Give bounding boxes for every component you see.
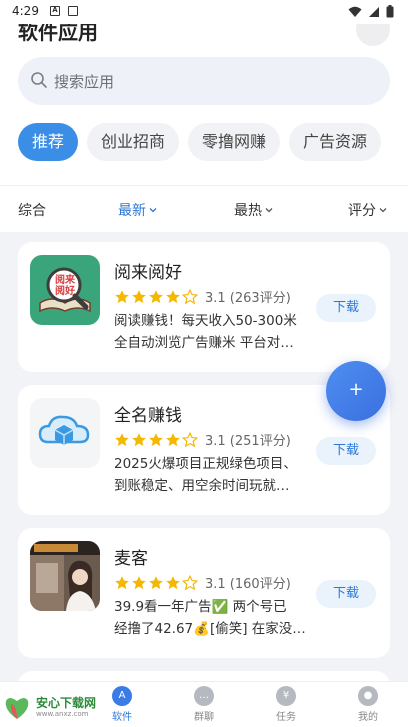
star-filled-icon [149, 289, 163, 303]
star-filled-icon [166, 289, 180, 303]
notification-box-icon [68, 6, 78, 16]
star-filled-icon [132, 289, 146, 303]
signal-icon [369, 6, 379, 17]
desc-line: 全自动浏览广告赚米 平台对… [114, 335, 294, 351]
rating-text: 3.1 (263评分) [205, 291, 291, 306]
nav-tasks[interactable]: ¥ 任务 [261, 686, 311, 723]
app-rating: 3.1 (160评分) [114, 573, 291, 592]
app-name: 全名赚钱 [114, 406, 182, 426]
filter-comprehensive[interactable]: 综合 [18, 200, 46, 220]
app-rating: 3.1 (263评分) [114, 287, 291, 306]
nav-label: 我的 [358, 712, 378, 723]
star-filled-icon [166, 432, 180, 446]
desc-line: 2025火爆项目正规绿色项目、 [114, 456, 297, 472]
star-rating [114, 288, 198, 305]
nav-label: 群聊 [194, 712, 214, 723]
star-filled-icon [132, 575, 146, 589]
app-description: 阅读赚钱！每天收入50-300米 全自动浏览广告赚米 平台对… [114, 310, 314, 354]
battery-icon [386, 5, 394, 18]
nav-group-chat[interactable]: … 群聊 [179, 686, 229, 723]
desc-line: 经撸了42.67💰[偷笑] 在家没… [114, 621, 306, 637]
yuan-icon: ¥ [276, 686, 296, 706]
watermark-brand: 安心下载网 [36, 696, 97, 710]
chip-business[interactable]: 创业招商 [87, 123, 180, 161]
star-rating [114, 431, 198, 448]
add-button[interactable]: + [326, 361, 386, 421]
filter-hottest[interactable]: 最热 [234, 200, 274, 220]
search-bar[interactable]: 搜索应用 [18, 57, 390, 105]
status-bar: 4:29 A [0, 0, 408, 24]
filter-newest[interactable]: 最新 [118, 200, 158, 220]
app-store-icon: A [112, 686, 132, 706]
star-filled-icon [115, 575, 129, 589]
filter-bar: 综合 最新 最热 评分 [0, 185, 408, 229]
chip-recommend[interactable]: 推荐 [18, 123, 79, 161]
category-chips: 推荐 创业招商 零撸网赚 广告资源 [18, 123, 382, 161]
filter-label: 最热 [234, 203, 262, 219]
app-list: 阅来阅好 阅来阅好 3.1 (263评分) 阅读赚钱！每天收入50-300米 全… [18, 242, 390, 724]
filter-label: 最新 [118, 203, 146, 219]
app-name: 麦客 [114, 549, 148, 569]
star-filled-icon [115, 289, 129, 303]
chevron-down-icon [149, 208, 157, 213]
desc-line: 阅读赚钱！每天收入50-300米 [114, 313, 297, 329]
star-empty-icon [182, 574, 198, 590]
download-button[interactable]: 下载 [316, 580, 376, 608]
user-icon: ● [358, 686, 378, 706]
filter-label: 综合 [18, 203, 46, 219]
chip-zero-earn[interactable]: 零撸网赚 [188, 123, 281, 161]
watermark-url: www.anxz.com [36, 710, 89, 718]
chip-ad-resources[interactable]: 广告资源 [289, 123, 382, 161]
star-filled-icon [132, 432, 146, 446]
filter-label: 评分 [348, 203, 376, 219]
chat-icon: … [194, 686, 214, 706]
star-filled-icon [115, 432, 129, 446]
desc-line: 39.9看一年广告✅ 两个号已 [114, 599, 287, 615]
app-card[interactable]: 麦客 3.1 (160评分) 39.9看一年广告✅ 两个号已 经撸了42.67💰… [18, 528, 390, 658]
download-button[interactable]: 下载 [316, 437, 376, 465]
nav-mine[interactable]: ● 我的 [343, 686, 393, 723]
app-description: 2025火爆项目正规绿色项目、 到账稳定、用空余时间玩就… [114, 453, 314, 497]
rating-text: 3.1 (251评分) [205, 434, 291, 449]
app-card[interactable]: 阅来阅好 阅来阅好 3.1 (263评分) 阅读赚钱！每天收入50-300米 全… [18, 242, 390, 372]
filter-rating[interactable]: 评分 [348, 200, 388, 220]
star-filled-icon [149, 575, 163, 589]
chevron-down-icon [265, 208, 273, 213]
star-filled-icon [166, 575, 180, 589]
star-rating [114, 574, 198, 591]
app-rating: 3.1 (251评分) [114, 430, 291, 449]
search-placeholder: 搜索应用 [54, 73, 115, 91]
app-icon-cloud-cube [30, 398, 100, 468]
chevron-down-icon [379, 208, 387, 213]
desc-line: 到账稳定、用空余时间玩就… [114, 478, 290, 494]
star-empty-icon [182, 431, 198, 447]
nav-software[interactable]: A 软件 [97, 686, 147, 723]
watermark: 安心下载网 www.anxz.com [2, 690, 102, 724]
status-time: 4:29 [12, 4, 39, 18]
search-icon [30, 71, 48, 93]
app-name: 阅来阅好 [114, 263, 182, 283]
app-icon-book: 阅来阅好 [30, 255, 100, 325]
download-button[interactable]: 下载 [316, 294, 376, 322]
star-filled-icon [149, 432, 163, 446]
watermark-logo-icon [5, 698, 29, 719]
app-icon-text: 阅来阅好 [55, 275, 75, 297]
nav-label: 任务 [276, 712, 296, 723]
app-description: 39.9看一年广告✅ 两个号已 经撸了42.67💰[偷笑] 在家没… [114, 596, 314, 640]
wifi-icon [348, 6, 362, 17]
app-icon-photo [30, 541, 100, 611]
star-empty-icon [182, 288, 198, 304]
nav-label: 软件 [112, 712, 132, 723]
rating-text: 3.1 (160评分) [205, 577, 291, 592]
notification-a-icon: A [50, 6, 60, 16]
